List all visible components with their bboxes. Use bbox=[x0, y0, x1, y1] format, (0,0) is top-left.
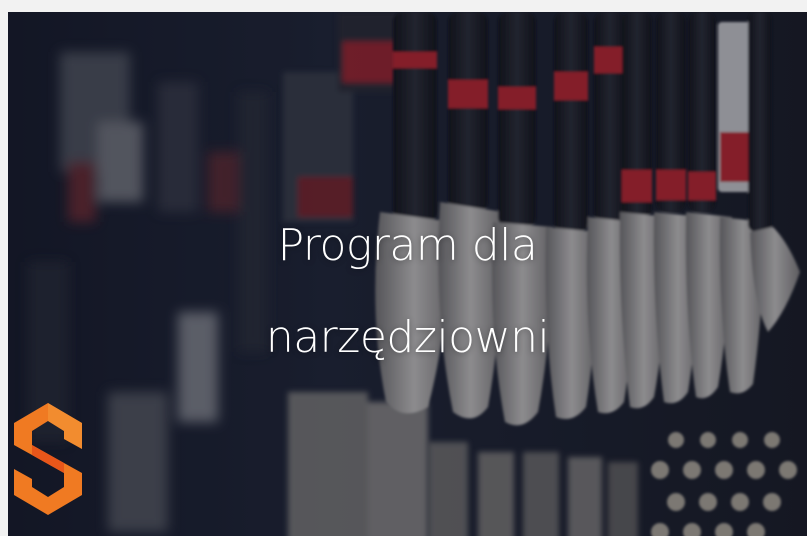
page-frame: Program dla narzędziowni bbox=[0, 0, 807, 536]
hero-title-line1: Program dla bbox=[277, 220, 538, 271]
hero-banner: Program dla narzędziowni bbox=[8, 12, 807, 536]
brand-s-hexagon-logo-icon bbox=[14, 403, 82, 515]
hero-title-line2: narzędziowni bbox=[265, 312, 550, 363]
hero-title: Program dla narzędziowni bbox=[8, 200, 807, 384]
